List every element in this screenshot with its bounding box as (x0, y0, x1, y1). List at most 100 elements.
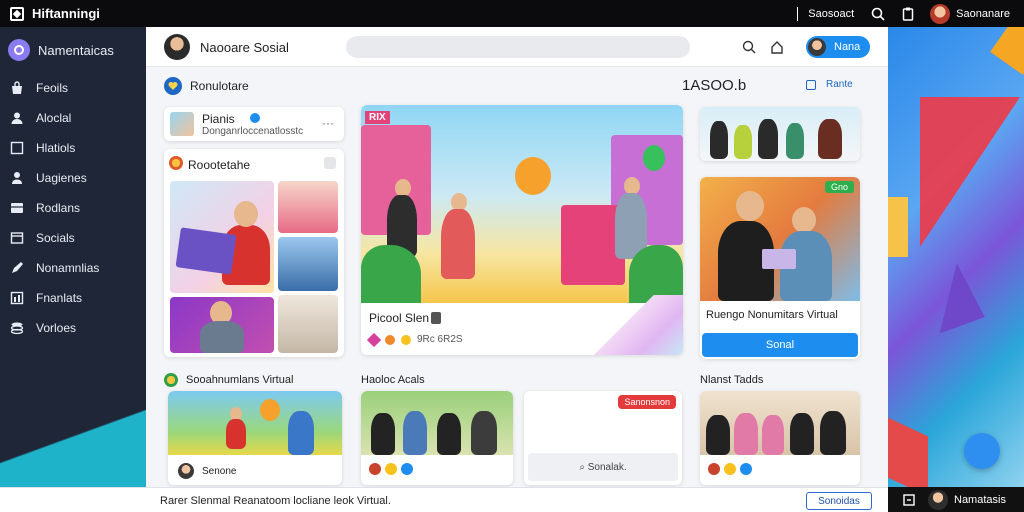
main-header: Naooare Sosial Nana (146, 27, 888, 67)
top-user-name[interactable]: Saonanare (956, 8, 1010, 20)
balloon-green (643, 145, 665, 171)
clipboard-icon[interactable] (900, 6, 916, 22)
bush-left (361, 245, 421, 303)
search-icon[interactable] (740, 38, 758, 56)
profile-thumbnail (170, 112, 194, 136)
sidebar-item-uagienes[interactable]: Uagienes (0, 163, 146, 193)
verified-icon (401, 463, 413, 475)
balloon-orange (515, 157, 551, 195)
person-head (736, 191, 764, 221)
share-icon[interactable] (902, 493, 916, 507)
person-figure (288, 411, 314, 455)
collage-photo-b[interactable] (278, 237, 338, 291)
user-icon (10, 111, 24, 125)
row2-card-1-label: Senone (202, 466, 237, 477)
sidebar-item-label: Hlatiols (36, 141, 76, 155)
bottom-user-name[interactable]: Namatasis (954, 494, 1006, 506)
bottom-user-area: Namatasis (888, 487, 1024, 512)
shape-yellow (888, 197, 908, 257)
chat-fab-button[interactable] (964, 433, 1000, 469)
section-link[interactable]: Rante (806, 79, 853, 90)
star-icon (366, 332, 382, 348)
group-photo-card[interactable] (700, 107, 860, 161)
collage-photo-main[interactable] (170, 181, 274, 293)
sidebar-item-socials[interactable]: Socials (0, 223, 146, 253)
divider (797, 6, 799, 21)
person-figure (710, 121, 728, 159)
row2-card-2[interactable] (361, 391, 513, 485)
promo-badge: Gno (824, 181, 854, 193)
account-pill-button[interactable]: Nana (806, 36, 870, 58)
tablet-image (175, 227, 237, 275)
decorative-panel (888, 27, 1024, 487)
emoji-icon[interactable] (385, 463, 397, 475)
sidebar-item-label: Vorloes (36, 321, 77, 335)
author-avatar[interactable] (178, 463, 194, 479)
row2-title-a: Sooahnumlans Virtual (186, 374, 294, 386)
sidebar-item-label: Socials (36, 231, 75, 245)
collage-photo-c[interactable] (170, 297, 274, 353)
search-input[interactable] (346, 36, 690, 58)
flame-icon (385, 335, 395, 345)
sidebar-item-label: Fnanlats (36, 291, 83, 305)
row2-card-1[interactable]: Senone (168, 391, 342, 485)
promo-button[interactable]: Sonal (702, 333, 858, 357)
emoji-icon[interactable] (724, 463, 736, 475)
sidebar-header[interactable]: Namentaicas (0, 27, 146, 73)
feature-meta: 9Rc 6R2S (417, 334, 463, 345)
person-figure (734, 125, 752, 159)
promo-title: Ruengo Nonumitars Virtual (706, 309, 838, 321)
sidebar-item-fnanlats[interactable]: Fnanlats (0, 283, 146, 313)
top-search-label[interactable]: Saosoact (808, 8, 854, 20)
profile-card[interactable]: Pianis Donganrloccenatlosstc ··· (164, 107, 344, 141)
sidebar-item-vorloes[interactable]: Vorloes (0, 313, 146, 343)
collage-photo-d[interactable] (278, 295, 338, 353)
paper-plane-icon (919, 260, 985, 334)
status-text: Rarer Slenmal Reanatoom locliane leok Vi… (160, 495, 391, 507)
collage-card[interactable]: Roootetahe (164, 149, 344, 357)
row2-title-b: Haoloc Acals (361, 374, 425, 386)
group-photo[interactable] (700, 107, 860, 161)
row2-card-2-image[interactable] (361, 391, 513, 455)
promo-card[interactable]: Gno Ruengo Nonumitars Virtual Sonal (700, 177, 860, 359)
row2-card-4[interactable] (700, 391, 860, 485)
reaction-icon[interactable] (369, 463, 381, 475)
bottom-action-button[interactable]: Sonoidas (806, 492, 872, 510)
profile-avatar[interactable] (164, 34, 190, 60)
user-avatar[interactable] (930, 3, 951, 24)
row2-card-3[interactable]: Sanonsnon ⌕ Sonalak. (524, 391, 682, 485)
verified-icon (740, 463, 752, 475)
reaction-icon[interactable] (708, 463, 720, 475)
badge-icon (169, 156, 183, 170)
person-head (792, 207, 816, 233)
promo-image[interactable]: Gno (700, 177, 860, 301)
feature-card[interactable]: RIX Picool Slen 9Rc 6R2S (361, 105, 683, 355)
more-icon[interactable]: ··· (322, 116, 334, 130)
pill-avatar (808, 38, 826, 56)
stack-icon (10, 321, 24, 335)
row2-card-3-action[interactable]: ⌕ Sonalak. (528, 453, 678, 481)
row2-title-c: Nlanst Tadds (700, 374, 764, 386)
sidebar-item-label: Rodlans (36, 201, 81, 215)
lock-icon (431, 312, 441, 324)
emoji-icon (401, 335, 411, 345)
sidebar-item-nonamnlias[interactable]: Nonamnlias (0, 253, 146, 283)
pill-label: Nana (834, 41, 861, 53)
sidebar-item-aloclal[interactable]: Aloclal (0, 103, 146, 133)
bottom-user-avatar[interactable] (928, 489, 948, 510)
top-bar: Hiftanningi Saosoact Saonanare (0, 0, 1024, 27)
sidebar-item-hlatiols[interactable]: Hlatiols (0, 133, 146, 163)
home-icon[interactable] (768, 38, 786, 56)
sidebar-item-rodlans[interactable]: Rodlans (0, 193, 146, 223)
sidebar-item-label: Nonamnlias (36, 261, 100, 275)
options-icon[interactable] (324, 157, 336, 169)
row2-card-1-image[interactable] (168, 391, 342, 455)
sidebar-item-feoils[interactable]: Feoils (0, 73, 146, 103)
collage-photo-a[interactable] (278, 181, 338, 233)
row2-card-4-image[interactable] (700, 391, 860, 455)
search-icon[interactable] (870, 6, 886, 22)
chart-icon (10, 291, 24, 305)
section-header: Ronulotare (164, 75, 864, 97)
badge-icon (164, 373, 178, 387)
feature-image[interactable]: RIX (361, 105, 683, 303)
